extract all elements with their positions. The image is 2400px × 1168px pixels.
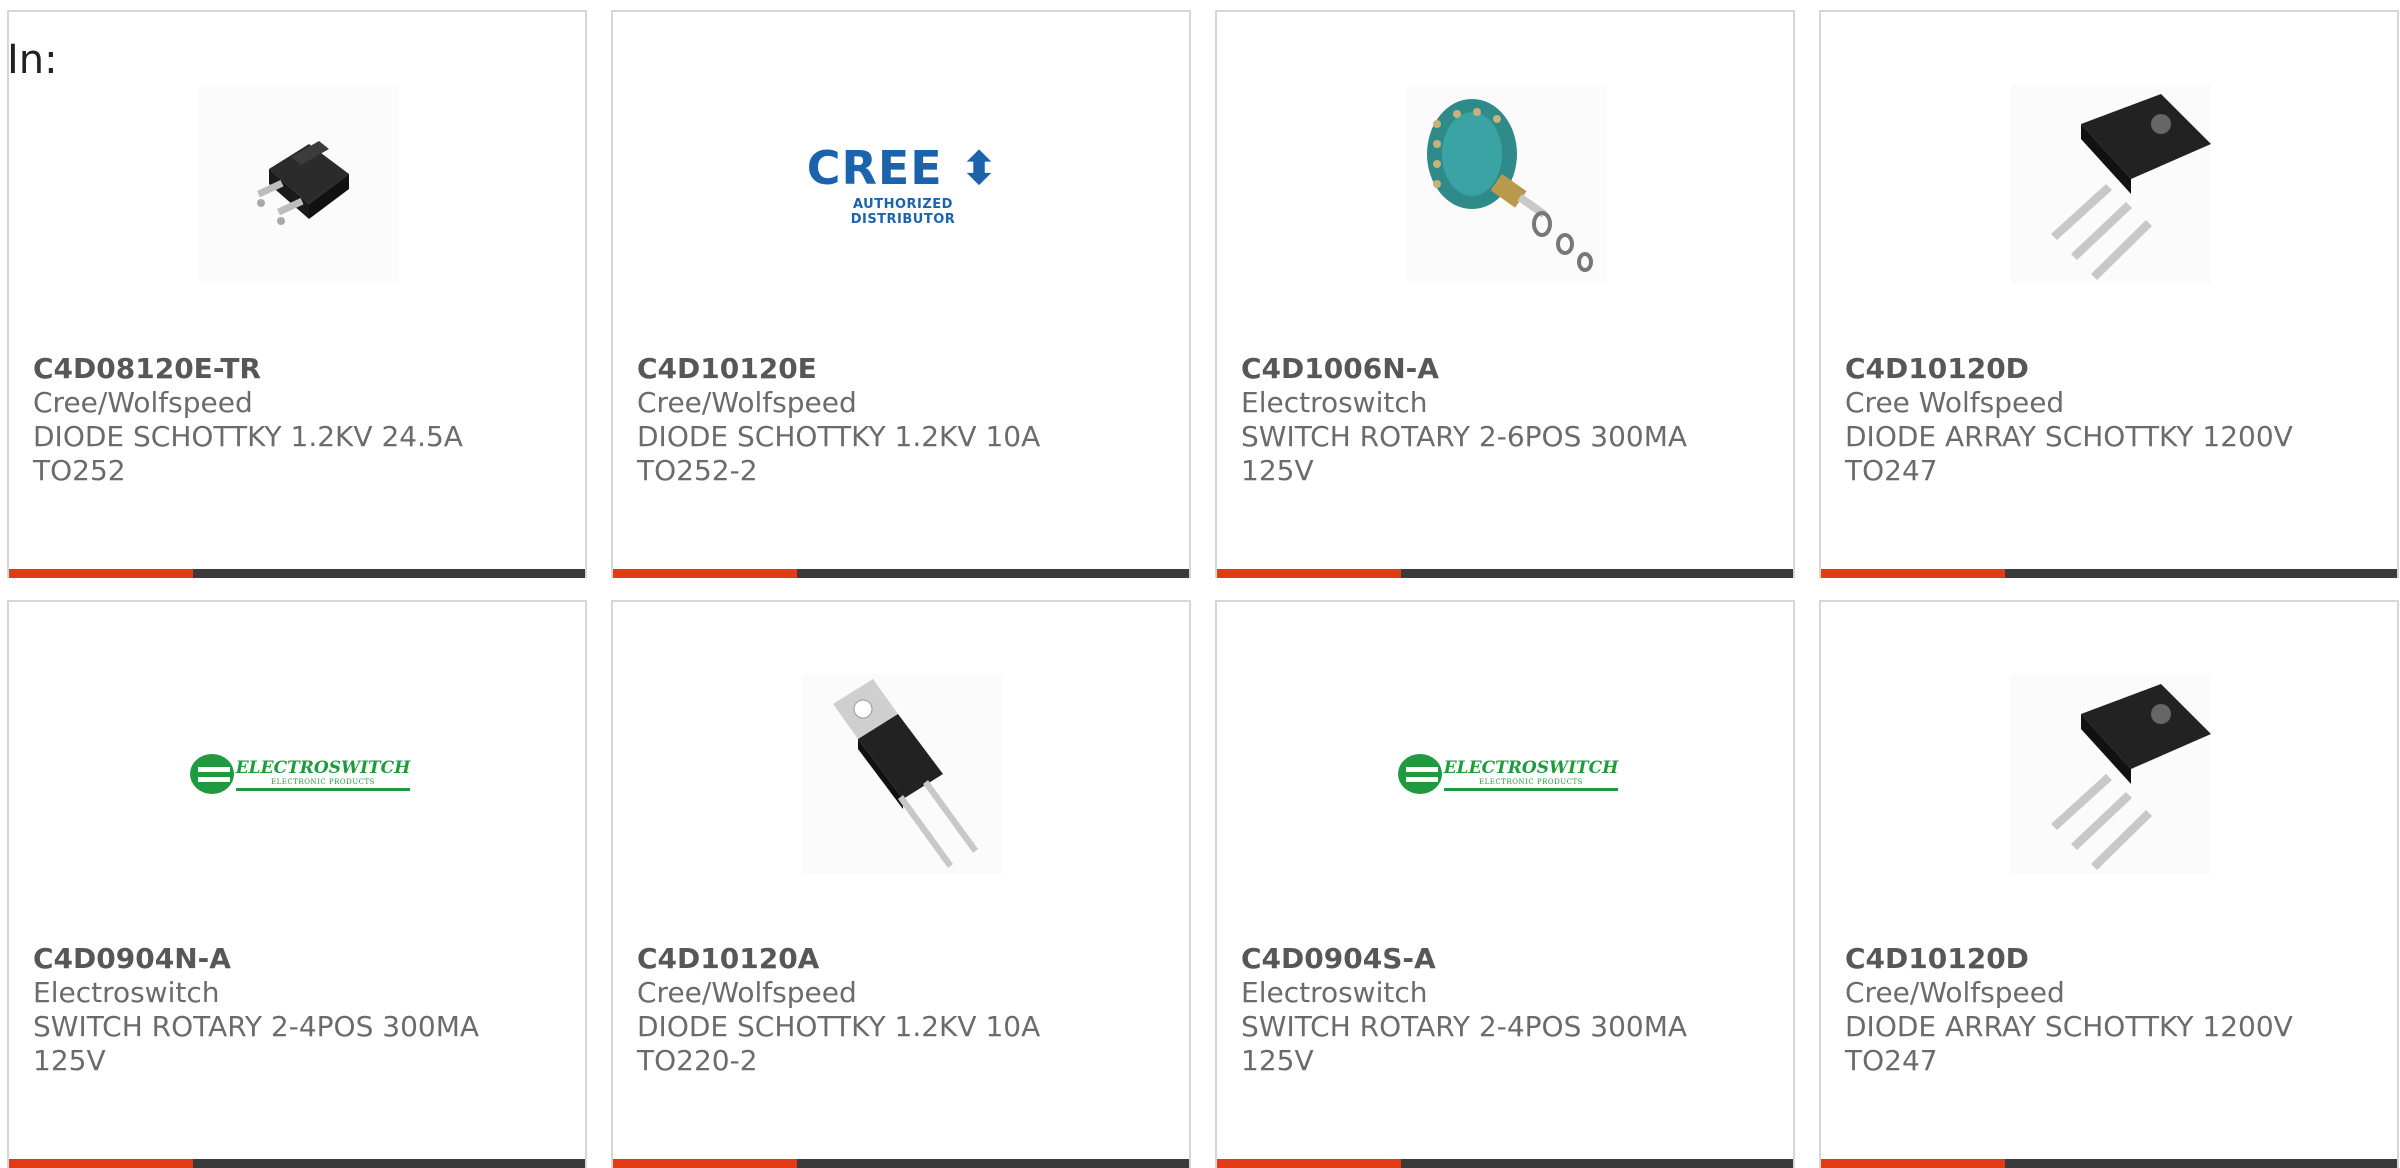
- product-card[interactable]: C4D10120D Cree Wolfspeed DIODE ARRAY SCH…: [1819, 10, 2399, 578]
- product-image-to252[interactable]: [199, 84, 399, 284]
- card-accent-bar: [9, 569, 193, 578]
- product-image-rotary-switch[interactable]: [1407, 84, 1607, 284]
- product-card[interactable]: C4D1006N-A Electroswitch SWITCH ROTARY 2…: [1215, 10, 1795, 578]
- electroswitch-logo: ELECTROSWITCH ELECTRONIC PRODUCTS: [188, 750, 411, 798]
- electroswitch-logo: ELECTROSWITCH ELECTRONIC PRODUCTS: [1396, 750, 1619, 798]
- product-info: C4D0904S-A Electroswitch SWITCH ROTARY 2…: [1241, 942, 1761, 1078]
- to220-package-icon: [833, 679, 978, 868]
- product-info: C4D08120E-TR Cree/Wolfspeed DIODE SCHOTT…: [33, 352, 553, 488]
- electroswitch-logo-tagline: ELECTRONIC PRODUCTS: [271, 777, 375, 786]
- manufacturer: Electroswitch: [33, 976, 220, 1009]
- cree-arrows-icon: ⬍: [942, 141, 1000, 195]
- description: DIODE ARRAY SCHOTTKY 1200V: [1845, 420, 2293, 453]
- card-bottom-bar: [1821, 569, 2397, 578]
- product-card[interactable]: ELECTROSWITCH ELECTRONIC PRODUCTS C4D0904…: [7, 600, 587, 1168]
- product-image-electroswitch-logo[interactable]: ELECTROSWITCH ELECTRONIC PRODUCTS: [189, 674, 411, 874]
- cree-logo: CREE ⬍ AUTHORIZED DISTRIBUTOR: [803, 141, 1003, 227]
- product-image-cree-logo[interactable]: CREE ⬍ AUTHORIZED DISTRIBUTOR: [803, 84, 1003, 284]
- product-card[interactable]: C4D10120A Cree/Wolfspeed DIODE SCHOTTKY …: [611, 600, 1191, 1168]
- card-accent-bar: [1217, 1159, 1401, 1168]
- description: DIODE ARRAY SCHOTTKY 1200V: [1845, 1010, 2293, 1043]
- manufacturer: Cree/Wolfspeed: [637, 976, 857, 1009]
- product-card[interactable]: CREE ⬍ AUTHORIZED DISTRIBUTOR C4D10120E …: [611, 10, 1191, 578]
- part-number[interactable]: C4D10120D: [1845, 942, 2365, 976]
- electroswitch-logo-word: ELECTROSWITCH ELECTRONIC PRODUCTS: [235, 757, 411, 791]
- part-number[interactable]: C4D10120A: [637, 942, 1157, 976]
- card-accent-bar: [9, 1159, 193, 1168]
- product-info: C4D1006N-A Electroswitch SWITCH ROTARY 2…: [1241, 352, 1761, 488]
- part-number[interactable]: C4D0904S-A: [1241, 942, 1761, 976]
- package: 125V: [1241, 1044, 1314, 1077]
- part-number[interactable]: C4D0904N-A: [33, 942, 553, 976]
- product-image-electroswitch-logo[interactable]: ELECTROSWITCH ELECTRONIC PRODUCTS: [1397, 674, 1619, 874]
- manufacturer: Cree/Wolfspeed: [637, 386, 857, 419]
- manufacturer: Cree Wolfspeed: [1845, 386, 2065, 419]
- product-card[interactable]: C4D10120D Cree/Wolfspeed DIODE ARRAY SCH…: [1819, 600, 2399, 1168]
- rotary-switch-icon: [1427, 99, 1593, 272]
- to247-package-icon: [2051, 684, 2211, 870]
- manufacturer: Electroswitch: [1241, 976, 1428, 1009]
- electroswitch-emblem-icon: [1397, 754, 1442, 794]
- part-number[interactable]: C4D10120D: [1845, 352, 2365, 386]
- in-label: In:: [7, 37, 58, 83]
- card-accent-bar: [1821, 1159, 2005, 1168]
- card-bottom-bar: [613, 569, 1189, 578]
- product-info: C4D10120A Cree/Wolfspeed DIODE SCHOTTKY …: [637, 942, 1157, 1078]
- to247-package-icon: [2051, 94, 2211, 280]
- product-card[interactable]: C4D08120E-TR Cree/Wolfspeed DIODE SCHOTT…: [7, 10, 587, 578]
- manufacturer: Electroswitch: [1241, 386, 1428, 419]
- part-number[interactable]: C4D08120E-TR: [33, 352, 553, 386]
- electroswitch-emblem-icon: [189, 754, 234, 794]
- card-bottom-bar: [1217, 1159, 1793, 1168]
- electroswitch-logo-word: ELECTROSWITCH ELECTRONIC PRODUCTS: [1443, 757, 1619, 791]
- package: 125V: [33, 1044, 106, 1077]
- description: SWITCH ROTARY 2-4POS 300MA: [33, 1010, 480, 1043]
- cree-logo-tagline: AUTHORIZED DISTRIBUTOR: [850, 197, 956, 227]
- package: 125V: [1241, 454, 1314, 487]
- product-info: C4D0904N-A Electroswitch SWITCH ROTARY 2…: [33, 942, 553, 1078]
- card-accent-bar: [613, 569, 797, 578]
- manufacturer: Cree/Wolfspeed: [1845, 976, 2065, 1009]
- to252-package-icon: [257, 141, 349, 225]
- card-accent-bar: [1821, 569, 2005, 578]
- card-bottom-bar: [613, 1159, 1189, 1168]
- product-image-to220[interactable]: [803, 674, 1003, 874]
- product-image-to247[interactable]: [2011, 84, 2211, 284]
- manufacturer: Cree/Wolfspeed: [33, 386, 253, 419]
- package: TO252-2: [637, 454, 758, 487]
- product-image-to247[interactable]: [2011, 674, 2211, 874]
- product-info: C4D10120E Cree/Wolfspeed DIODE SCHOTTKY …: [637, 352, 1157, 488]
- card-accent-bar: [1217, 569, 1401, 578]
- card-bottom-bar: [1217, 569, 1793, 578]
- package: TO247: [1845, 1044, 1938, 1077]
- description: SWITCH ROTARY 2-6POS 300MA: [1241, 420, 1688, 453]
- electroswitch-logo-tagline: ELECTRONIC PRODUCTS: [1479, 777, 1583, 786]
- description: DIODE SCHOTTKY 1.2KV 10A: [637, 1010, 1041, 1043]
- card-bottom-bar: [9, 569, 585, 578]
- part-number[interactable]: C4D1006N-A: [1241, 352, 1761, 386]
- card-bottom-bar: [9, 1159, 585, 1168]
- package: TO247: [1845, 454, 1938, 487]
- electroswitch-logo-word-text: ELECTROSWITCH: [1443, 757, 1619, 778]
- electroswitch-logo-word-text: ELECTROSWITCH: [235, 757, 411, 778]
- part-number[interactable]: C4D10120E: [637, 352, 1157, 386]
- card-bottom-bar: [1821, 1159, 2397, 1168]
- product-card[interactable]: ELECTROSWITCH ELECTRONIC PRODUCTS C4D0904…: [1215, 600, 1795, 1168]
- cree-logo-word: CREE: [806, 141, 943, 195]
- package: TO220-2: [637, 1044, 758, 1077]
- description: DIODE SCHOTTKY 1.2KV 10A: [637, 420, 1041, 453]
- description: SWITCH ROTARY 2-4POS 300MA: [1241, 1010, 1688, 1043]
- product-grid: C4D08120E-TR Cree/Wolfspeed DIODE SCHOTT…: [7, 10, 2399, 1168]
- product-info: C4D10120D Cree/Wolfspeed DIODE ARRAY SCH…: [1845, 942, 2365, 1078]
- package: TO252: [33, 454, 126, 487]
- card-accent-bar: [613, 1159, 797, 1168]
- description: DIODE SCHOTTKY 1.2KV 24.5A: [33, 420, 463, 453]
- product-info: C4D10120D Cree Wolfspeed DIODE ARRAY SCH…: [1845, 352, 2365, 488]
